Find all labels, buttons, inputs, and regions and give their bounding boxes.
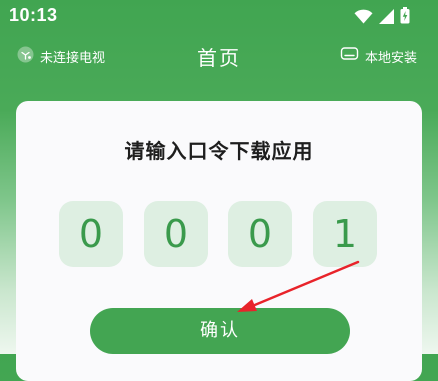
battery-icon — [400, 7, 410, 28]
app-header: 未连接电视 首页 本地安装 — [0, 30, 438, 82]
code-digit-4[interactable]: 1 — [313, 201, 377, 267]
code-digit-2[interactable]: 0 — [144, 201, 208, 267]
card-title: 请输入口令下载应用 — [124, 139, 314, 163]
status-time: 10:13 — [9, 5, 58, 25]
code-digit-1[interactable]: 0 — [59, 201, 123, 267]
local-install-icon — [340, 46, 359, 66]
status-bar: 10:13 — [0, 0, 438, 30]
local-install-button[interactable]: 本地安装 — [340, 46, 417, 66]
code-digit-3[interactable]: 0 — [228, 201, 292, 267]
status-icons — [354, 7, 410, 28]
code-entry-card: 请输入口令下载应用 0 0 0 1 确认 — [16, 101, 422, 381]
local-install-label: 本地安装 — [364, 50, 417, 66]
confirm-button[interactable]: 确认 — [90, 308, 350, 354]
signal-icon — [379, 9, 394, 28]
wifi-icon — [354, 9, 373, 28]
